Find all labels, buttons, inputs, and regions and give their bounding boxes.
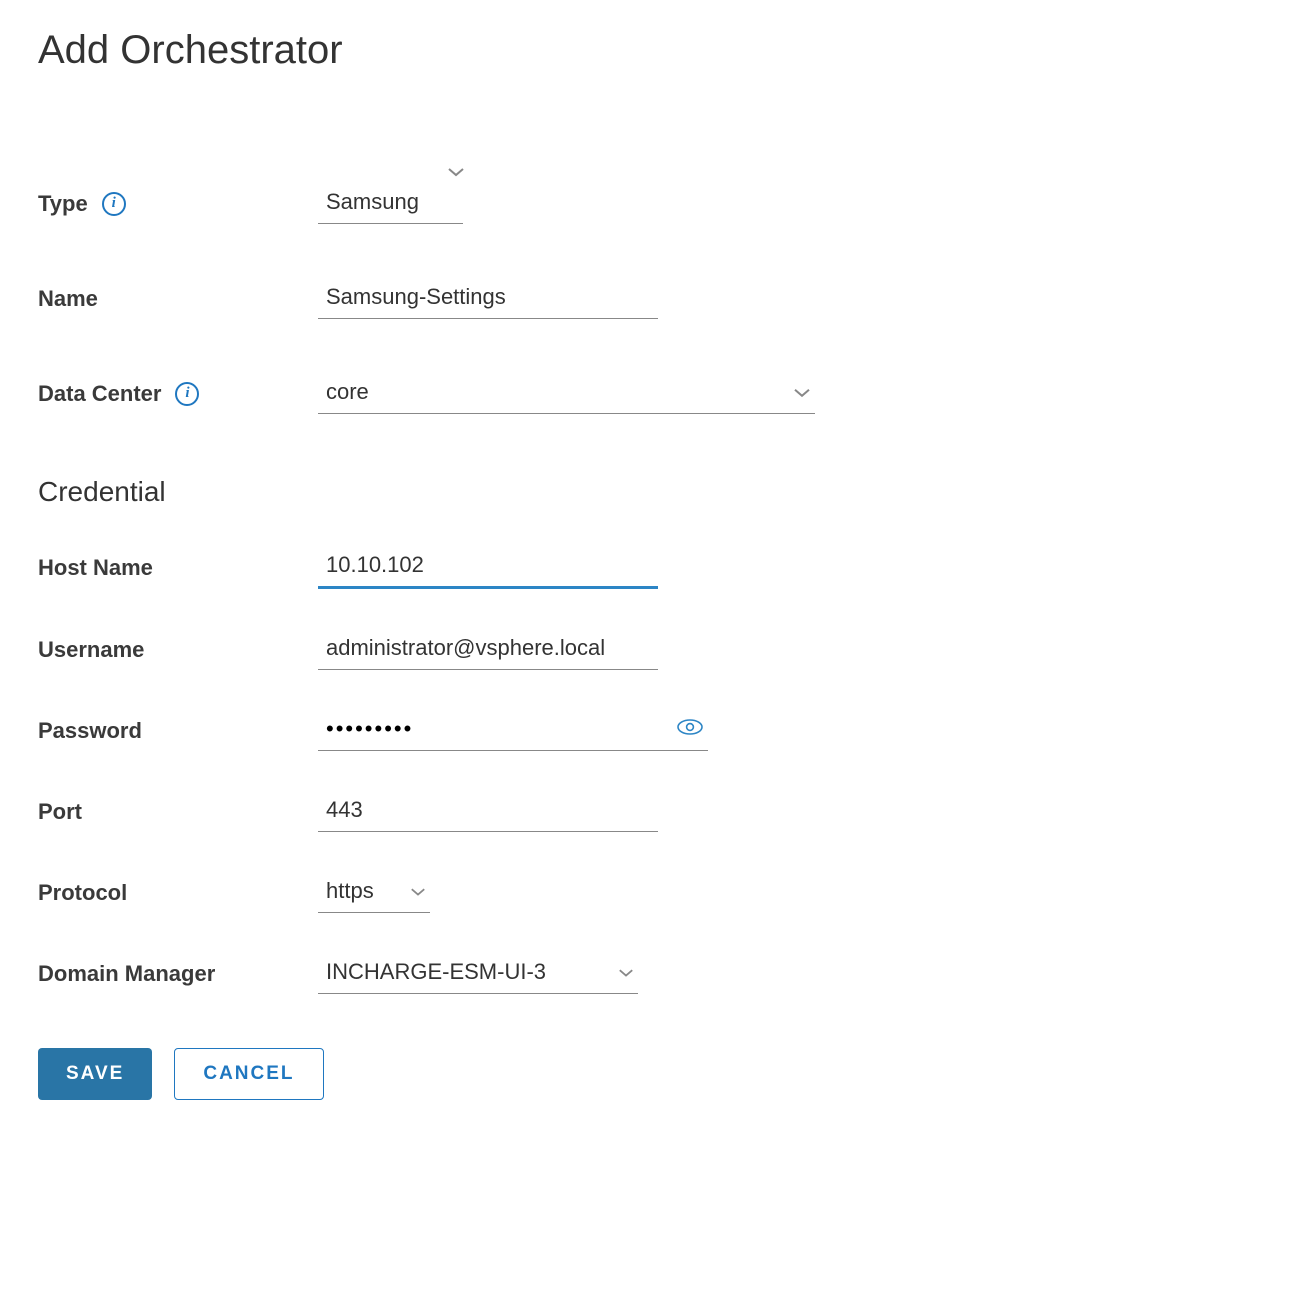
username-input[interactable]: [318, 629, 658, 670]
label-name: Name: [38, 286, 98, 312]
label-password: Password: [38, 718, 142, 744]
row-host-name: Host Name: [38, 546, 1252, 589]
protocol-select[interactable]: [318, 872, 430, 913]
host-name-input[interactable]: [318, 546, 658, 589]
info-icon[interactable]: i: [102, 192, 126, 216]
label-data-center: Data Center: [38, 381, 161, 407]
password-input[interactable]: [318, 710, 672, 750]
data-center-input[interactable]: [318, 373, 815, 414]
row-port: Port: [38, 791, 1252, 832]
label-protocol: Protocol: [38, 880, 127, 906]
section-credential-title: Credential: [38, 476, 1252, 508]
row-data-center: Data Center i: [38, 373, 1252, 414]
data-center-select[interactable]: [318, 373, 815, 414]
label-type: Type: [38, 191, 88, 217]
port-input[interactable]: [318, 791, 658, 832]
label-username: Username: [38, 637, 144, 663]
type-select[interactable]: [318, 183, 463, 224]
row-password: Password: [38, 710, 1252, 751]
row-username: Username: [38, 629, 1252, 670]
info-icon[interactable]: i: [175, 382, 199, 406]
save-button[interactable]: Save: [38, 1048, 152, 1100]
row-protocol: Protocol: [38, 872, 1252, 913]
page-title: Add Orchestrator: [38, 28, 1252, 73]
protocol-input[interactable]: [318, 872, 430, 913]
type-input[interactable]: [318, 183, 463, 224]
label-domain-manager: Domain Manager: [38, 961, 215, 987]
chevron-down-icon: [447, 165, 465, 183]
cancel-button[interactable]: Cancel: [174, 1048, 323, 1100]
row-domain-manager: Domain Manager: [38, 953, 1252, 994]
eye-icon[interactable]: [672, 713, 708, 748]
domain-manager-input[interactable]: [318, 953, 638, 994]
label-host-name: Host Name: [38, 555, 153, 581]
row-name: Name: [38, 278, 1252, 319]
domain-manager-select[interactable]: [318, 953, 638, 994]
row-type: Type i: [38, 183, 1252, 224]
label-port: Port: [38, 799, 82, 825]
name-input[interactable]: [318, 278, 658, 319]
